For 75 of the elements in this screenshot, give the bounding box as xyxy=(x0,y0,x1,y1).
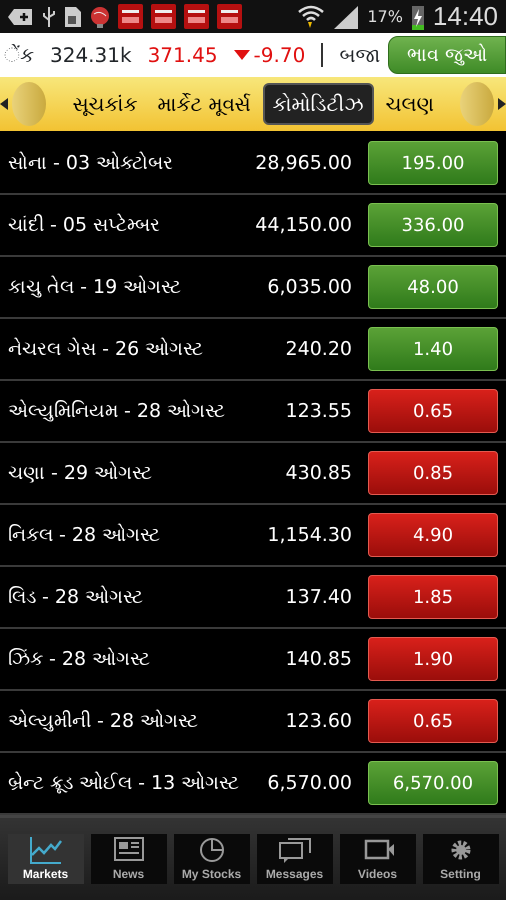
change-value[interactable]: 6,570.00 xyxy=(368,761,498,805)
usb-icon xyxy=(42,6,56,28)
ticker-volume: 324.31k xyxy=(50,42,132,69)
signal-icon xyxy=(333,4,360,28)
app-notification-icon xyxy=(217,4,242,29)
change-value[interactable]: 0.85 xyxy=(368,451,498,495)
line-chart-icon xyxy=(28,835,64,865)
nav-tab[interactable]: Videos xyxy=(340,834,416,884)
commodity-name: નિકલ - 28 ઓગસ્ટ xyxy=(8,522,160,548)
nav-label: Markets xyxy=(22,866,68,883)
app-notification-icon xyxy=(184,4,209,29)
nav-label: News xyxy=(112,866,144,883)
nav-tab[interactable]: Messages xyxy=(256,834,332,884)
view-prices-button[interactable]: ભાવ જુઓ xyxy=(388,36,506,74)
commodity-name: બ્રેન્ટ ક્રૂડ ઓઈલ - 13 ઓગસ્ટ xyxy=(8,770,240,796)
nav-label: Setting xyxy=(440,866,481,883)
commodity-price: 140.85 xyxy=(286,646,352,672)
commodity-price: 6,035.00 xyxy=(267,274,352,300)
commodity-name: લિડ - 28 ઓગસ્ટ xyxy=(8,584,144,610)
commodity-price: 123.55 xyxy=(286,398,352,424)
nav-label: Videos xyxy=(358,866,398,883)
commodity-name: ઝિંક - 28 ઓગસ્ટ xyxy=(8,646,150,672)
nav-label: Messages xyxy=(266,866,324,883)
right-arrow-icon[interactable] xyxy=(498,98,506,110)
ticker-text: બજા xyxy=(339,42,380,69)
ticker-text: ેંક xyxy=(4,42,34,69)
commodity-name: એલ્યુમિનિયમ - 28 ઓગસ્ટ xyxy=(8,398,226,424)
wifi-icon xyxy=(297,4,326,30)
ticker-price: 371.45 xyxy=(148,42,218,69)
change-value[interactable]: 0.65 xyxy=(368,699,498,743)
sim-card-icon xyxy=(64,6,82,28)
commodity-name: એલ્યુમીની - 28 ઓગસ્ટ xyxy=(8,708,198,734)
nav-label: My Stocks xyxy=(182,866,242,883)
app-notification-icon xyxy=(151,4,176,29)
ticker-change: -9.70 xyxy=(254,42,306,69)
change-value[interactable]: 336.00 xyxy=(368,203,498,247)
commodity-name: ચણા - 29 ઓગસ્ટ xyxy=(8,460,152,486)
category-tab[interactable]: કોમોડિટીઝ xyxy=(262,83,374,125)
change-value[interactable]: 0.65 xyxy=(368,389,498,433)
nav-tab[interactable]: Setting xyxy=(422,834,498,884)
commodity-price: 137.40 xyxy=(286,584,352,610)
commodity-name: નેચરલ ગેસ - 26 ઓગસ્ટ xyxy=(8,336,204,362)
change-value[interactable]: 48.00 xyxy=(368,265,498,309)
scroll-knob xyxy=(460,82,494,126)
commodity-name: ચાંદી - 05 સપ્ટેમ્બર xyxy=(8,212,160,238)
commodity-price: 6,570.00 xyxy=(267,770,352,796)
commodity-price: 28,965.00 xyxy=(255,150,352,176)
commodity-price: 44,150.00 xyxy=(255,212,352,238)
commodity-price: 123.60 xyxy=(286,708,352,734)
battery-percent-text: 17% xyxy=(367,6,403,28)
add-notification-icon xyxy=(8,6,34,26)
app-notification-icon xyxy=(118,4,143,29)
category-tab[interactable]: સૂચકાંક xyxy=(64,85,146,123)
clock-text: 14:40 xyxy=(432,0,498,33)
nav-tab[interactable]: News xyxy=(90,834,166,884)
change-value[interactable]: 1.40 xyxy=(368,327,498,371)
down-triangle-icon xyxy=(234,50,250,60)
commodity-price: 430.85 xyxy=(286,460,352,486)
scroll-knob xyxy=(12,82,46,126)
change-value[interactable]: 1.85 xyxy=(368,575,498,619)
commodity-name: કાચુ તેલ - 19 ઓગસ્ટ xyxy=(8,274,182,300)
commodity-price: 240.20 xyxy=(286,336,352,362)
change-value[interactable]: 4.90 xyxy=(368,513,498,557)
chat-bubbles-icon xyxy=(276,835,312,865)
category-tab[interactable]: માર્કેટ મૂવર્સ xyxy=(149,85,259,123)
nav-tab[interactable]: My Stocks xyxy=(174,834,250,884)
change-value[interactable]: 195.00 xyxy=(368,141,498,185)
battery-charging-icon xyxy=(410,4,425,30)
left-arrow-icon[interactable] xyxy=(0,98,8,110)
commodity-price: 1,154.30 xyxy=(267,522,352,548)
change-value[interactable]: 1.90 xyxy=(368,637,498,681)
globe-icon xyxy=(90,6,110,28)
category-tab[interactable]: ચલણ xyxy=(378,85,442,123)
commodity-name: સોના - 03 ઓક્ટોબર xyxy=(8,150,174,176)
nav-tab[interactable]: Markets xyxy=(8,834,84,884)
